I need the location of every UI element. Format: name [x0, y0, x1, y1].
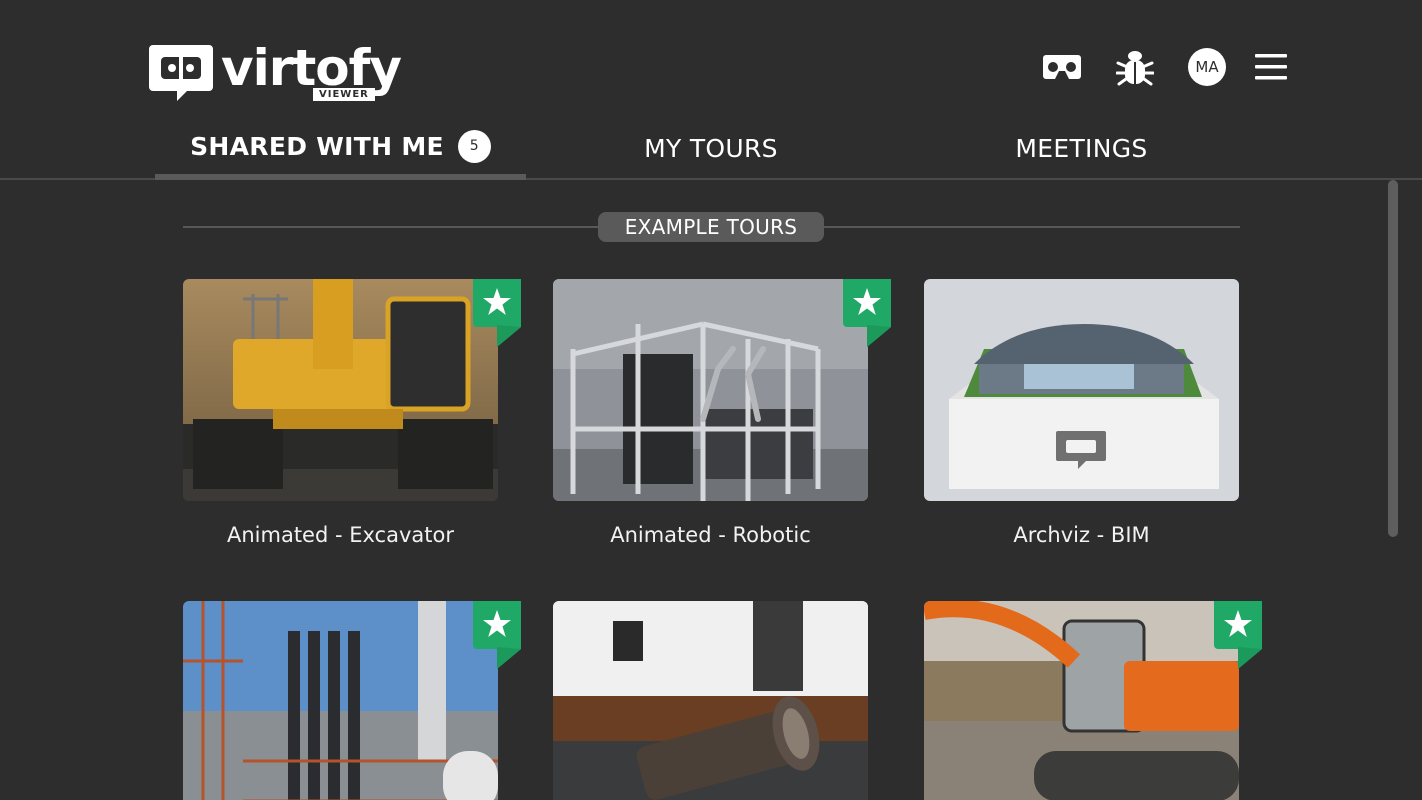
tour-title: Animated - Robotic — [610, 523, 811, 547]
tour-thumbnail — [553, 279, 868, 501]
featured-star-icon — [473, 279, 521, 347]
tab-bar: SHARED WITH ME 5 MY TOURS MEETINGS — [0, 118, 1422, 180]
bug-icon[interactable] — [1112, 44, 1158, 90]
brand-subtitle: VIEWER — [313, 88, 375, 101]
tab-label: MEETINGS — [1015, 133, 1148, 163]
vr-headset-icon[interactable] — [1039, 44, 1085, 90]
tour-thumbnail — [183, 279, 498, 501]
logo-mark-icon — [147, 41, 215, 103]
menu-icon[interactable] — [1248, 44, 1294, 90]
vertical-scrollbar[interactable] — [1388, 180, 1398, 537]
tour-thumbnail — [924, 279, 1239, 501]
tab-label: MY TOURS — [644, 133, 778, 163]
tour-card-excavator[interactable]: Animated - Excavator — [183, 279, 521, 547]
tour-title: Archviz - BIM — [1013, 523, 1150, 547]
tab-shared-with-me[interactable]: SHARED WITH ME 5 — [155, 118, 526, 180]
header-actions: MA — [1012, 44, 1294, 90]
tour-thumbnail — [924, 601, 1239, 800]
section-title: EXAMPLE TOURS — [598, 212, 824, 242]
tour-card-excavator-2[interactable] — [924, 601, 1262, 800]
tour-card-refinery[interactable] — [183, 601, 521, 800]
tab-label: SHARED WITH ME — [190, 131, 444, 161]
tour-card-archviz[interactable]: Archviz - BIM — [924, 279, 1239, 547]
tour-thumbnail — [183, 601, 498, 800]
tour-title: Animated - Excavator — [226, 523, 454, 547]
virtofy-logo: virtofy VIEWER — [147, 40, 412, 104]
tour-card-turbine[interactable] — [553, 601, 868, 800]
user-avatar[interactable]: MA — [1188, 48, 1226, 86]
tour-card-robotic[interactable]: Animated - Robotic — [553, 279, 891, 547]
featured-star-icon — [473, 601, 521, 669]
shared-count-badge: 5 — [457, 129, 491, 163]
section-divider: EXAMPLE TOURS — [183, 212, 1240, 242]
tab-my-tours[interactable]: MY TOURS — [526, 118, 896, 178]
tour-thumbnail — [553, 601, 868, 800]
featured-star-icon — [843, 279, 891, 347]
tab-meetings[interactable]: MEETINGS — [896, 118, 1267, 178]
featured-star-icon — [1214, 601, 1262, 669]
